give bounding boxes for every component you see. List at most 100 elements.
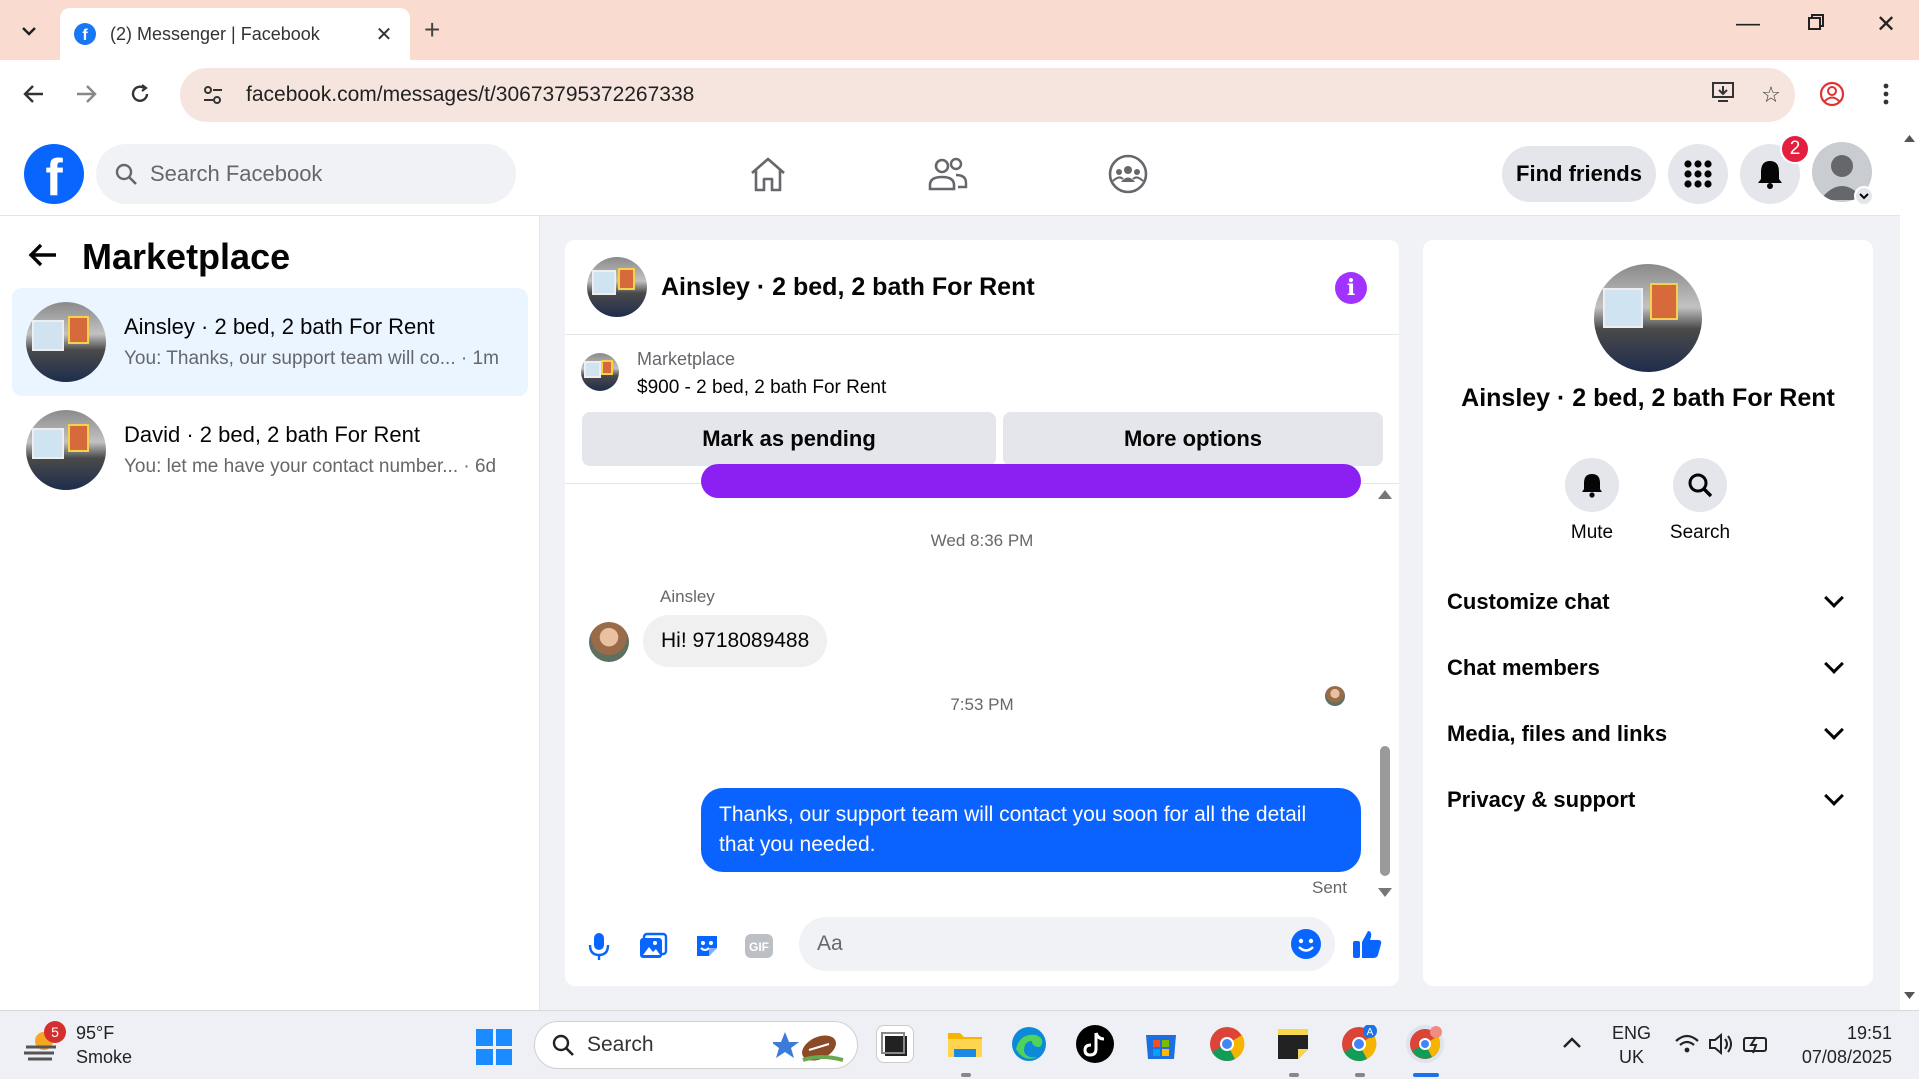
mark-as-pending-button[interactable]: Mark as pending — [582, 412, 996, 466]
friends-nav-button[interactable] — [924, 150, 972, 198]
scroll-down-arrow-icon[interactable] — [1378, 888, 1392, 897]
weather-alert-badge: 5 — [44, 1021, 66, 1043]
bookmark-star-icon[interactable]: ☆ — [1747, 82, 1795, 108]
start-button-windows-icon[interactable] — [476, 1029, 512, 1065]
sender-avatar[interactable] — [589, 622, 629, 662]
conversation-name: David · 2 bed, 2 bath For Rent — [124, 422, 420, 447]
details-chat-name: Ainsley · 2 bed, 2 bath For Rent — [1461, 384, 1835, 412]
section-label: Media, files and links — [1447, 721, 1668, 746]
taskbar-search[interactable]: Search — [534, 1021, 858, 1069]
restore-button[interactable] — [1796, 10, 1836, 38]
chat-title[interactable]: Ainsley · 2 bed, 2 bath For Rent — [661, 273, 1035, 302]
back-arrow-icon[interactable] — [28, 239, 58, 276]
home-nav-button[interactable] — [744, 150, 792, 198]
more-options-button[interactable]: More options — [1003, 412, 1383, 466]
back-button[interactable] — [14, 74, 54, 114]
profile-button[interactable] — [1812, 74, 1852, 114]
sticker-icon[interactable] — [689, 928, 725, 964]
conversation-item-david[interactable]: David · 2 bed, 2 bath For Rent You: let … — [12, 396, 528, 504]
tab-close-icon[interactable]: ✕ — [372, 22, 396, 47]
kebab-menu-icon — [1883, 83, 1889, 105]
minimize-button[interactable]: — — [1728, 10, 1768, 38]
message-thread[interactable]: Wed 8:36 PM Ainsley Hi! 9718089488 7:53 … — [565, 464, 1399, 907]
mute-label: Mute — [1570, 522, 1614, 543]
taskbar-search-label: Search — [587, 1033, 654, 1056]
microsoft-store-icon[interactable] — [1142, 1025, 1180, 1063]
close-window-button[interactable]: ✕ — [1866, 10, 1906, 39]
scrollbar-thumb[interactable] — [1380, 746, 1390, 876]
facebook-logo-icon[interactable]: f — [24, 144, 84, 204]
find-friends-button[interactable]: Find friends — [1502, 146, 1656, 202]
photo-icon[interactable] — [635, 928, 671, 964]
arrow-right-icon — [77, 85, 97, 103]
conversation-item-ainsley[interactable]: Ainsley · 2 bed, 2 bath For Rent You: Th… — [12, 288, 528, 396]
message-input[interactable] — [817, 932, 1257, 956]
weather-condition: Smoke — [76, 1047, 133, 1067]
details-listing-photo[interactable] — [1594, 264, 1702, 372]
clock[interactable]: 19:51 07/08/2025 — [1792, 1021, 1892, 1069]
message-input-container[interactable] — [799, 917, 1335, 971]
browser-menu-button[interactable] — [1866, 74, 1906, 114]
listing-price[interactable]: $900 - 2 bed, 2 bath For Rent — [637, 377, 886, 399]
chat-listing-thumbnail[interactable] — [587, 257, 647, 317]
chat-members-row[interactable]: Chat members — [1447, 640, 1849, 696]
browser-toolbar: facebook.com/messages/t/3067379537226733… — [0, 60, 1919, 130]
weather-widget[interactable]: 5 95°F Smoke — [22, 1021, 132, 1069]
outgoing-message-bubble[interactable]: Thanks, our support team will contact yo… — [701, 788, 1361, 872]
message-timestamp: Wed 8:36 PM — [930, 531, 1034, 550]
notifications-badge: 2 — [1780, 134, 1810, 164]
mute-button[interactable]: Mute — [1547, 458, 1637, 544]
chevron-down-icon — [1824, 786, 1844, 806]
microphone-icon[interactable] — [581, 928, 617, 964]
browser-tab-messenger[interactable]: f (2) Messenger | Facebook ✕ — [60, 8, 410, 60]
privacy-support-row[interactable]: Privacy & support — [1447, 772, 1849, 828]
page-scroll-up-icon[interactable] — [1904, 135, 1915, 142]
emoji-icon[interactable] — [1291, 929, 1321, 959]
url-text[interactable]: facebook.com/messages/t/3067379537226733… — [246, 83, 1699, 107]
listing-thumbnail — [26, 302, 106, 382]
scroll-up-arrow-icon[interactable] — [1378, 490, 1392, 499]
network-volume-battery[interactable] — [1674, 1031, 1774, 1063]
gif-icon[interactable]: GIF — [741, 928, 777, 964]
search-highlight-icon — [773, 1032, 844, 1062]
forward-button[interactable] — [66, 74, 106, 114]
info-icon[interactable]: i — [1335, 272, 1367, 304]
chrome-active-icon[interactable] — [1406, 1025, 1444, 1063]
language-indicator[interactable]: ENG UK — [1612, 1021, 1651, 1069]
smoke-weather-icon: 5 — [22, 1021, 66, 1065]
listing-source-label: Marketplace — [637, 349, 736, 369]
tab-search-button[interactable] — [12, 14, 46, 48]
tab-title: (2) Messenger | Facebook — [110, 23, 320, 44]
site-info-icon[interactable] — [188, 85, 238, 105]
show-hidden-icons-button[interactable] — [1562, 1031, 1582, 1055]
edge-browser-icon[interactable] — [1010, 1025, 1048, 1063]
install-app-icon[interactable] — [1699, 81, 1747, 109]
message-scrollbar[interactable] — [1377, 484, 1392, 907]
reload-button[interactable] — [120, 74, 160, 114]
task-view-icon[interactable] — [876, 1025, 914, 1063]
chevron-down-icon — [1824, 588, 1844, 608]
menu-grid-button[interactable] — [1668, 144, 1728, 204]
facebook-search[interactable] — [96, 144, 516, 204]
file-explorer-icon[interactable] — [946, 1025, 984, 1063]
language-code: ENG — [1612, 1023, 1652, 1043]
svg-text:A: A — [1367, 1027, 1374, 1038]
groups-nav-button[interactable] — [1104, 150, 1152, 198]
incoming-message-bubble[interactable]: Hi! 9718089488 — [643, 615, 828, 667]
account-chevron-down-icon[interactable] — [1854, 186, 1874, 206]
address-bar[interactable]: facebook.com/messages/t/3067379537226733… — [180, 68, 1795, 122]
new-tab-button[interactable]: + — [424, 14, 440, 46]
chrome-profile-a-icon[interactable]: A — [1340, 1024, 1378, 1063]
chrome-icon[interactable] — [1208, 1025, 1246, 1063]
search-in-chat-button[interactable]: Search — [1655, 458, 1745, 544]
facebook-search-input[interactable] — [150, 161, 470, 187]
profile-icon — [1819, 81, 1845, 107]
page-scrollbar[interactable] — [1900, 130, 1919, 1010]
page-scroll-down-icon[interactable] — [1904, 992, 1915, 999]
customize-chat-row[interactable]: Customize chat — [1447, 574, 1849, 630]
media-files-links-row[interactable]: Media, files and links — [1447, 706, 1849, 762]
tiktok-icon[interactable] — [1076, 1025, 1114, 1063]
sticky-notes-icon[interactable] — [1274, 1025, 1312, 1063]
thumbs-up-icon[interactable] — [1349, 926, 1385, 962]
listing-card-thumbnail[interactable] — [581, 353, 619, 391]
